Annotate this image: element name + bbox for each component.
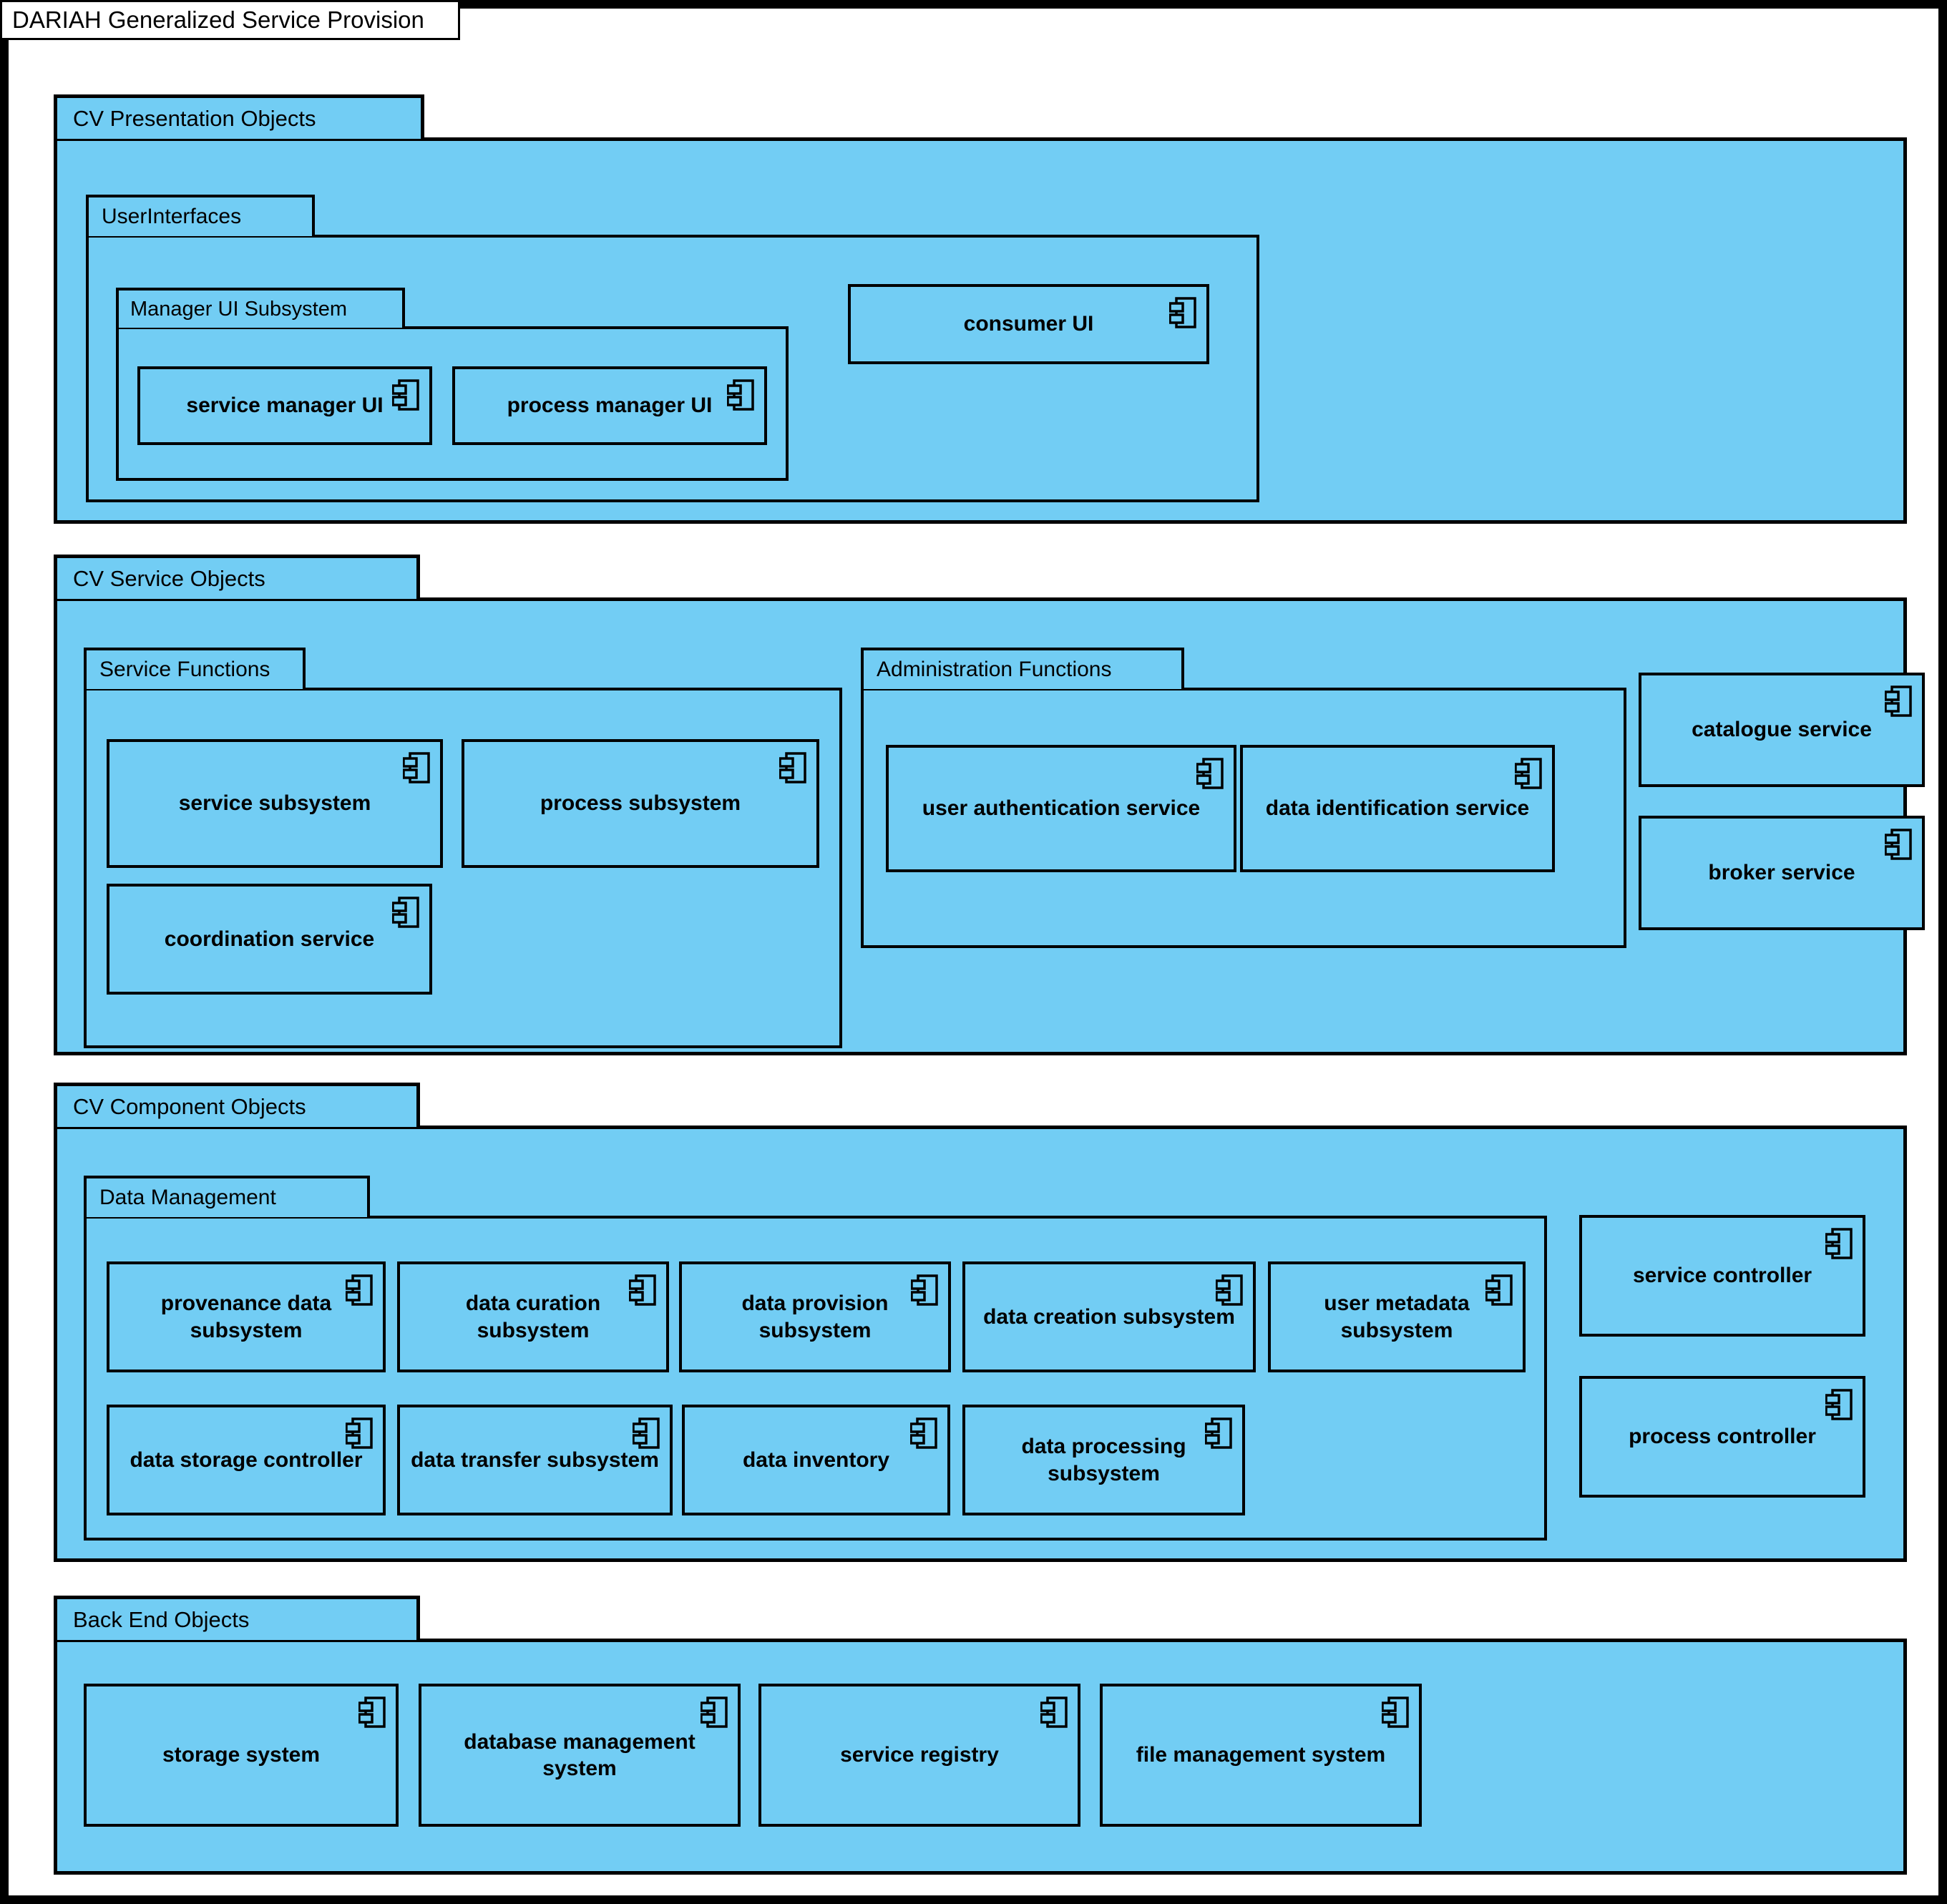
component-label: data inventory	[742, 1447, 890, 1472]
component-label: user metadata subsystem	[1324, 1292, 1470, 1342]
package-label: Administration Functions	[877, 658, 1112, 681]
uml-component-icon	[1216, 1274, 1243, 1306]
package-label: CV Presentation Objects	[73, 105, 316, 131]
component-data-processing-subsystem[interactable]: data processing subsystem	[962, 1405, 1245, 1515]
component-service-subsystem[interactable]: service subsystem	[107, 739, 443, 868]
component-label: process controller	[1629, 1425, 1816, 1449]
uml-component-icon	[1885, 829, 1912, 860]
component-label: service manager UI	[186, 394, 384, 418]
package-tab-data-management: Data Management	[84, 1176, 370, 1217]
uml-component-icon	[633, 1417, 660, 1449]
component-provenance-data-subsystem[interactable]: provenance data subsystem	[107, 1261, 386, 1372]
component-service-controller[interactable]: service controller	[1579, 1215, 1865, 1337]
uml-component-icon	[403, 752, 430, 783]
package-label: CV Service Objects	[73, 565, 265, 591]
component-label: service subsystem	[178, 791, 371, 816]
uml-component-icon	[779, 752, 806, 783]
component-label: coordination service	[164, 927, 375, 951]
uml-component-icon	[346, 1417, 373, 1449]
component-label: provenance data subsystem	[160, 1292, 332, 1342]
package-label: Back End Objects	[73, 1606, 250, 1632]
component-label: data transfer subsystem	[411, 1447, 659, 1472]
component-data-curation-subsystem[interactable]: data curation subsystem	[397, 1261, 669, 1372]
component-broker-service[interactable]: broker service	[1639, 816, 1925, 930]
package-label: Data Management	[99, 1186, 276, 1209]
component-label: data processing subsystem	[1021, 1435, 1186, 1485]
package-label: UserInterfaces	[102, 205, 242, 228]
uml-component-icon	[1040, 1696, 1068, 1728]
component-label: process manager UI	[507, 394, 713, 418]
component-label: user authentication service	[922, 796, 1201, 821]
component-label: data provision subsystem	[741, 1292, 889, 1342]
uml-component-icon	[358, 1696, 386, 1728]
uml-component-icon	[1515, 758, 1542, 789]
package-data-management[interactable]: Data Management provenance data subsyste…	[84, 1176, 1547, 1541]
component-label: process subsystem	[540, 791, 741, 816]
component-label: data storage controller	[130, 1447, 363, 1472]
package-administration-functions[interactable]: Administration Functions user authentica…	[861, 648, 1626, 948]
component-label: database management system	[464, 1729, 696, 1781]
component-data-transfer-subsystem[interactable]: data transfer subsystem	[397, 1405, 673, 1515]
diagram-canvas: DARIAH Generalized Service Provision CV …	[0, 0, 1947, 1904]
uml-component-icon	[392, 897, 419, 928]
component-process-manager-ui[interactable]: process manager UI	[452, 366, 767, 445]
package-service-functions[interactable]: Service Functions service subsystem proc…	[84, 648, 842, 1048]
diagram-title-tab: DARIAH Generalized Service Provision	[0, 0, 460, 40]
component-process-subsystem[interactable]: process subsystem	[462, 739, 819, 868]
uml-component-icon	[1382, 1696, 1409, 1728]
package-cv-presentation-objects[interactable]: CV Presentation Objects UserInterfaces M…	[54, 94, 1907, 524]
uml-component-icon	[1825, 1389, 1853, 1420]
component-data-inventory[interactable]: data inventory	[682, 1405, 950, 1515]
component-catalogue-service[interactable]: catalogue service	[1639, 673, 1925, 787]
component-data-creation-subsystem[interactable]: data creation subsystem	[962, 1261, 1256, 1372]
uml-component-icon	[1885, 685, 1912, 717]
component-label: service controller	[1632, 1264, 1812, 1288]
component-consumer-ui[interactable]: consumer UI	[848, 284, 1209, 364]
component-coordination-service[interactable]: coordination service	[107, 884, 432, 995]
package-cv-component-objects[interactable]: CV Component Objects Data Management pro…	[54, 1083, 1907, 1562]
package-tab-service-functions: Service Functions	[84, 648, 306, 689]
package-label: CV Component Objects	[73, 1093, 306, 1119]
component-process-controller[interactable]: process controller	[1579, 1376, 1865, 1498]
component-storage-system[interactable]: storage system	[84, 1684, 399, 1827]
package-label: Service Functions	[99, 658, 270, 681]
uml-component-icon	[1825, 1228, 1853, 1259]
package-manager-ui-subsystem[interactable]: Manager UI Subsystem service manager UI …	[116, 288, 789, 481]
component-label: catalogue service	[1692, 718, 1872, 742]
component-database-management-system[interactable]: database management system	[419, 1684, 741, 1827]
component-label: consumer UI	[963, 312, 1094, 336]
component-data-identification-service[interactable]: data identification service	[1240, 745, 1555, 872]
uml-component-icon	[701, 1696, 728, 1728]
package-cv-service-objects[interactable]: CV Service Objects Service Functions ser…	[54, 555, 1925, 1055]
diagram-title: DARIAH Generalized Service Provision	[12, 6, 424, 33]
component-data-provision-subsystem[interactable]: data provision subsystem	[679, 1261, 951, 1372]
package-label: Manager UI Subsystem	[130, 297, 348, 321]
package-tab-administration-functions: Administration Functions	[861, 648, 1184, 689]
package-tab-back-end-objects: Back End Objects	[54, 1596, 420, 1640]
component-data-storage-controller[interactable]: data storage controller	[107, 1405, 386, 1515]
component-label: data curation subsystem	[465, 1292, 601, 1342]
component-user-authentication-service[interactable]: user authentication service	[886, 745, 1236, 872]
package-tab-cv-service-objects: CV Service Objects	[54, 555, 420, 599]
package-tab-cv-component-objects: CV Component Objects	[54, 1083, 420, 1127]
uml-component-icon	[1196, 758, 1224, 789]
uml-component-icon	[910, 1417, 937, 1449]
component-service-registry[interactable]: service registry	[758, 1684, 1080, 1827]
component-label: data creation subsystem	[983, 1304, 1235, 1329]
component-label: file management system	[1136, 1743, 1386, 1767]
component-label: service registry	[840, 1743, 999, 1767]
component-label: data identification service	[1265, 796, 1530, 821]
package-user-interfaces[interactable]: UserInterfaces Manager UI Subsystem serv…	[86, 195, 1259, 502]
package-tab-cv-presentation-objects: CV Presentation Objects	[54, 94, 424, 139]
package-tab-manager-ui-subsystem: Manager UI Subsystem	[116, 288, 405, 328]
component-service-manager-ui[interactable]: service manager UI	[137, 366, 432, 445]
package-tab-user-interfaces: UserInterfaces	[86, 195, 315, 236]
component-user-metadata-subsystem[interactable]: user metadata subsystem	[1268, 1261, 1526, 1372]
package-back-end-objects[interactable]: Back End Objects storage system database…	[54, 1596, 1907, 1875]
component-label: storage system	[162, 1743, 321, 1767]
component-file-management-system[interactable]: file management system	[1100, 1684, 1422, 1827]
component-label: broker service	[1708, 861, 1855, 885]
